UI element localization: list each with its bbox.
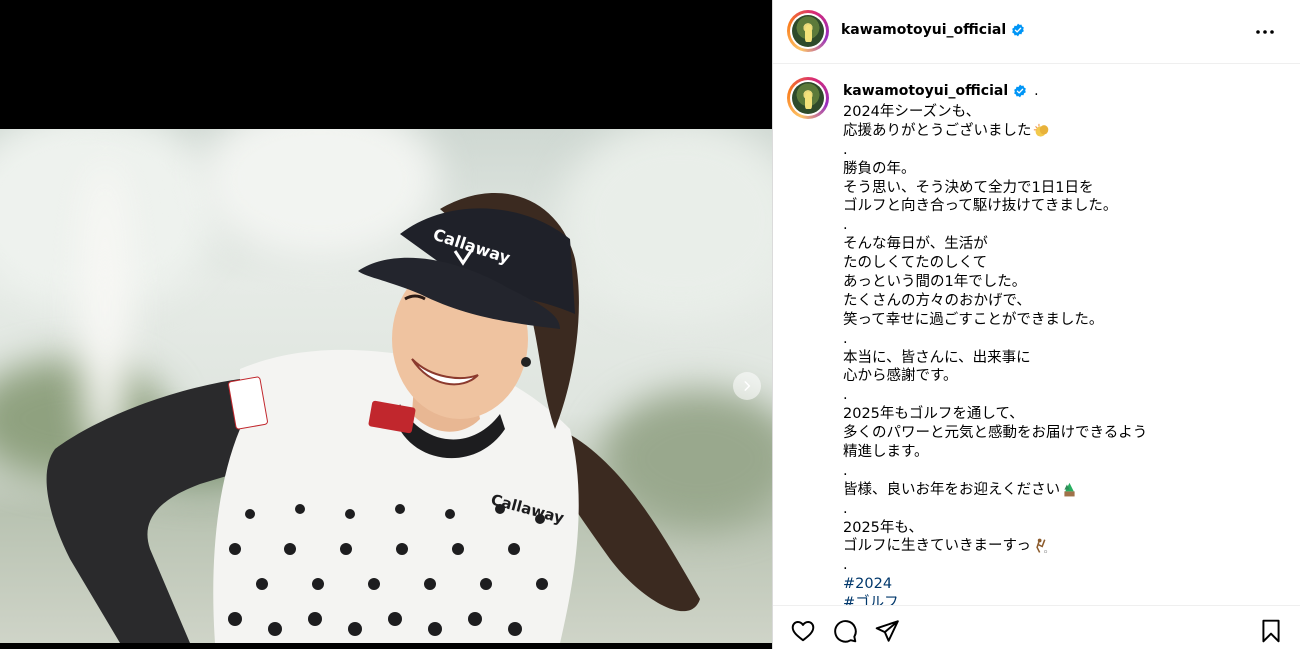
more-options-button[interactable]	[1253, 20, 1277, 44]
caption-line-text: .	[843, 500, 848, 517]
caption-line: .	[843, 500, 1283, 519]
share-button[interactable]	[873, 618, 901, 646]
chevron-right-icon	[744, 381, 751, 391]
caption-line-text: .	[843, 330, 848, 347]
golfer-figure: Callaway Callaway	[46, 193, 700, 643]
post-actions-bar	[773, 605, 1300, 649]
caption-line: .	[843, 141, 1283, 160]
next-image-button[interactable]	[733, 372, 761, 400]
caption-line: .	[843, 386, 1283, 405]
caption-line-text: 2024年シーズンも、	[843, 104, 981, 120]
caption-author-avatar[interactable]	[787, 77, 829, 119]
caption-line-text: ゴルフに生きていきまーすっ	[843, 538, 1031, 555]
post-comments-area: kawamotoyui_official . 2024年シーズンも、応援ありがと…	[773, 65, 1300, 605]
comment-icon	[834, 620, 857, 643]
caption-line-text: .	[843, 141, 848, 158]
author-avatar[interactable]	[787, 10, 829, 52]
caption-line: あっという間の1年でした。	[843, 273, 1283, 292]
caption-line: 笑って幸せに過ごすことができました。	[843, 311, 1283, 330]
hashtag-link[interactable]: #ゴルフ	[843, 594, 1283, 605]
caption-line-text: 応援ありがとうございました	[843, 122, 1032, 139]
caption-line-text: 本当に、皆さんに、出来事に	[843, 349, 1031, 366]
caption-line-text: 心から感謝です。	[843, 368, 958, 385]
caption-first-dot: .	[1034, 83, 1039, 99]
caption-line-text[interactable]: #2024	[843, 576, 892, 592]
earring	[521, 357, 531, 367]
caption-line: 心から感謝です。	[843, 367, 1283, 386]
clapping-hands-emoji	[1033, 123, 1050, 139]
author-username-text[interactable]: kawamotoyui_official	[841, 22, 1006, 38]
send-icon	[875, 620, 899, 642]
verified-badge-icon	[1012, 23, 1024, 37]
caption-line: たのしくてたのしくて	[843, 254, 1283, 273]
caption-line-text: .	[843, 557, 848, 574]
heart-icon	[791, 621, 815, 642]
caption-author[interactable]: kawamotoyui_official .	[843, 83, 1039, 99]
caption-line: 本当に、皆さんに、出来事に	[843, 349, 1283, 368]
post-media: Callaway Callaway	[0, 0, 772, 649]
caption-line: そう思い、そう決めて全力で1日1日を	[843, 179, 1283, 198]
caption-line-text: あっという間の1年でした。	[843, 274, 1027, 291]
caption-line: 2024年シーズンも、	[843, 103, 1283, 122]
caption-line: .	[843, 556, 1283, 575]
caption-line: 精進します。	[843, 443, 1283, 462]
caption-line-text: 勝負の年。	[843, 160, 916, 177]
caption-line-text: 多くのパワーと元気と感動をお届けできるよう	[843, 425, 1148, 442]
save-button[interactable]	[1257, 618, 1285, 646]
caption-line-text: たくさんの方々のおかげで、	[843, 292, 1031, 309]
caption-line-text: たのしくてたのしくて	[843, 255, 988, 272]
pine-decoration-emoji	[1061, 482, 1078, 498]
post-caption: 2024年シーズンも、応援ありがとうございました. 勝負の年。そう思い、そう決めて…	[843, 103, 1283, 605]
caption-line: .	[843, 216, 1283, 235]
bookmark-icon	[1262, 619, 1280, 643]
comment-button[interactable]	[831, 618, 859, 646]
caption-line: 2025年も、	[843, 519, 1283, 538]
caption-line: .	[843, 462, 1283, 481]
caption-line-text: 2025年もゴルフを通して、	[843, 406, 1024, 423]
hashtag-link[interactable]: #2024	[843, 575, 1283, 594]
caption-line-text: .	[843, 462, 848, 479]
caption-line: ゴルフに生きていきまーすっ	[843, 537, 1283, 556]
golfer-emoji	[1032, 538, 1049, 554]
caption-line: たくさんの方々のおかげで、	[843, 292, 1283, 311]
caption-line: 皆様、良いお年をお迎えください	[843, 481, 1283, 500]
caption-line: .	[843, 330, 1283, 349]
caption-line: ゴルフと向き合って駆け抜けてきました。	[843, 197, 1283, 216]
more-options-icon	[1256, 30, 1274, 34]
caption-line: そんな毎日が、生活が	[843, 235, 1283, 254]
caption-line-text: 精進します。	[843, 444, 929, 461]
verified-badge-icon	[1014, 84, 1026, 98]
caption-line-text: 笑って幸せに過ごすことができました。	[843, 311, 1104, 328]
caption-line: 多くのパワーと元気と感動をお届けできるよう	[843, 424, 1283, 443]
caption-line-text[interactable]: #ゴルフ	[843, 595, 899, 605]
author-username[interactable]: kawamotoyui_official	[841, 22, 1025, 38]
vest-body	[213, 349, 579, 643]
caption-username[interactable]: kawamotoyui_official	[843, 83, 1008, 99]
caption-line-text: 2025年も、	[843, 519, 923, 536]
caption-line: 応援ありがとうございました	[843, 122, 1283, 141]
caption-line-text: 皆様、良いお年をお迎えください	[843, 481, 1061, 498]
post-photo: Callaway Callaway	[0, 129, 772, 643]
caption-line-text: .	[843, 217, 848, 234]
caption-line-text: ゴルフと向き合って駆け抜けてきました。	[843, 198, 1118, 215]
caption-line: 2025年もゴルフを通して、	[843, 405, 1283, 424]
caption-line: 勝負の年。	[843, 160, 1283, 179]
post-header: kawamotoyui_official	[773, 0, 1300, 64]
caption-line-text: そんな毎日が、生活が	[843, 236, 988, 253]
caption-line-text: .	[843, 387, 848, 404]
caption-line-text: そう思い、そう決めて全力で1日1日を	[843, 179, 1094, 196]
post-side-panel: kawamotoyui_official kawamotoyui_officia…	[772, 0, 1300, 649]
like-button[interactable]	[789, 618, 817, 646]
